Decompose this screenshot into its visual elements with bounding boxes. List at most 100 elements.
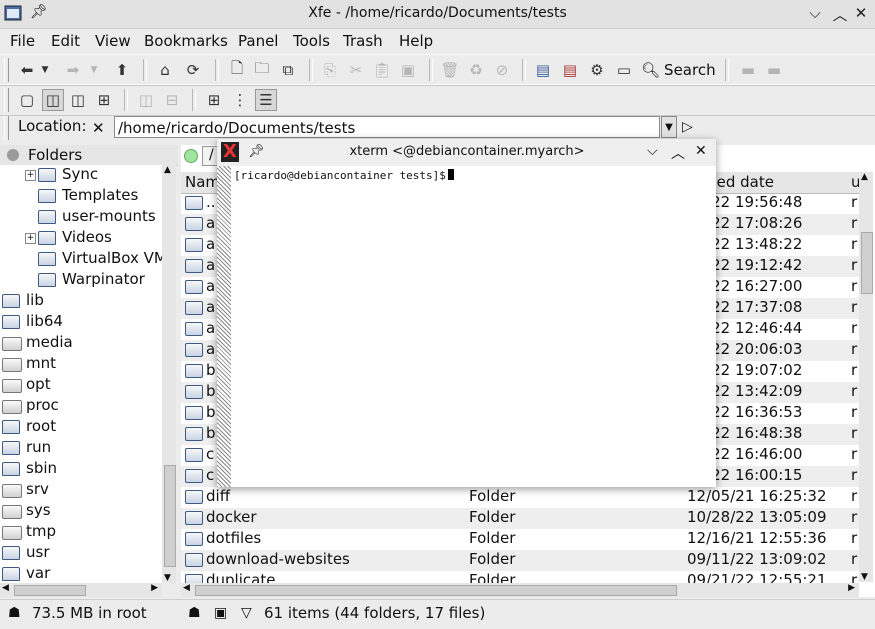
tree-item[interactable]: user-mounts — [0, 207, 162, 228]
location-input[interactable]: /home/ricardo/Documents/tests — [114, 116, 660, 138]
tree-item[interactable]: sys — [0, 501, 162, 522]
big-icons-icon[interactable]: ⊞ — [203, 89, 225, 111]
one-panel-icon[interactable]: ▢ — [16, 89, 38, 111]
menu-trash[interactable]: Trash — [343, 32, 383, 50]
up-icon[interactable]: ⬆ — [111, 59, 133, 81]
file-type: Folder — [469, 508, 516, 526]
filter-icon[interactable]: ▽ — [241, 605, 252, 621]
xterm-close-icon[interactable]: ✕ — [695, 143, 707, 159]
minimize-icon[interactable]: ⌵ — [805, 4, 825, 22]
menu-help[interactable]: Help — [399, 32, 433, 50]
tree-item[interactable]: Warpinator — [0, 270, 162, 291]
separator — [309, 59, 313, 81]
file-row[interactable]: dotfiles Folder 12/16/21 12:55:36 r — [181, 529, 859, 550]
tree-item[interactable]: lib64 — [0, 312, 162, 333]
file-horizontal-scrollbar[interactable]: ◀ ▶ — [181, 583, 859, 597]
tree-scroll-thumb[interactable] — [164, 465, 176, 567]
file-user: r — [851, 445, 858, 463]
tree-item[interactable]: opt — [0, 375, 162, 396]
file-scroll-thumb[interactable] — [861, 232, 873, 294]
back-icon[interactable]: ⬅ — [16, 59, 38, 81]
toolbar-grip[interactable] — [4, 58, 9, 82]
close-icon[interactable]: ✕ — [851, 4, 871, 22]
search-button[interactable]: 🔍︎ Search — [641, 59, 716, 81]
menu-view[interactable]: View — [95, 32, 131, 50]
panel-active-icon — [184, 149, 198, 163]
file-name: a — [206, 235, 216, 253]
settings-icon[interactable]: ⚙ — [586, 59, 608, 81]
file-row[interactable]: diff Folder 12/05/21 16:25:32 r — [181, 487, 859, 508]
tree-item[interactable]: + Sync — [0, 165, 162, 186]
tree-item[interactable]: usr — [0, 543, 162, 564]
mount-icon[interactable]: ▤ — [532, 59, 554, 81]
file-user: r — [851, 214, 858, 232]
tree-two-panels-icon[interactable]: ⊞ — [93, 89, 115, 111]
file-hscroll-thumb[interactable] — [195, 585, 677, 596]
hidden-files-icon[interactable]: ▣ — [214, 605, 227, 621]
location-dropdown-icon[interactable]: ▼ — [661, 116, 677, 138]
file-name: a — [206, 319, 216, 337]
tree-horizontal-scrollbar[interactable]: ◀ ▶ — [0, 583, 162, 597]
separator — [124, 89, 128, 111]
home-icon[interactable]: ⌂ — [154, 59, 176, 81]
file-type: Folder — [469, 529, 516, 547]
view-toolbar: ▢ ◫ ◫ ⊞ ◫ ⊟ ⊞ ⋮ ☰ — [0, 84, 875, 116]
toolbar-grip[interactable] — [4, 116, 9, 140]
file-type: Folder — [469, 487, 516, 505]
new-folder-icon[interactable]: 🗀︎ — [251, 59, 273, 81]
small-icons-icon[interactable]: ⋮ — [229, 89, 251, 111]
tree-item[interactable]: mnt — [0, 354, 162, 375]
unmount-icon[interactable]: ▤ — [559, 59, 581, 81]
tree-item[interactable]: tmp — [0, 522, 162, 543]
tree-item[interactable]: root — [0, 417, 162, 438]
xterm-maximize-icon[interactable]: ︿ — [671, 143, 685, 163]
tree-expander-icon[interactable]: + — [25, 233, 36, 244]
file-vertical-scrollbar[interactable]: ▲ ▼ — [859, 172, 873, 582]
go-icon[interactable]: ▷ — [682, 119, 693, 135]
folder-tree[interactable]: + Sync Templates user-mounts + Videos VirtualB… — [0, 165, 162, 583]
file-row[interactable]: docker Folder 10/28/22 13:05:09 r — [181, 508, 859, 529]
back-history-icon[interactable]: ▼ — [39, 59, 51, 81]
two-panels-icon[interactable]: ◫ — [67, 89, 89, 111]
drive-icon — [2, 484, 22, 498]
tree-item[interactable]: srv — [0, 480, 162, 501]
maximize-icon[interactable]: ︿ — [830, 4, 850, 25]
file-modified-date: 12/05/21 16:25:32 — [687, 487, 827, 505]
tree-panel-icon[interactable]: ◫ — [42, 89, 64, 111]
tree-item[interactable]: media — [0, 333, 162, 354]
clear-location-icon[interactable]: ✕ — [92, 119, 105, 137]
menu-file[interactable]: File — [10, 32, 35, 50]
tree-item[interactable]: proc — [0, 396, 162, 417]
file-user: r — [851, 424, 858, 442]
toolbar-grip[interactable] — [4, 88, 9, 112]
file-row[interactable]: download-websites Folder 09/11/22 13:09:02… — [181, 550, 859, 571]
menu-tools[interactable]: Tools — [293, 32, 330, 50]
xterm-window[interactable]: X 📌︎ xterm <@debiancontainer.myarch> ⌵ ︿… — [217, 139, 716, 487]
tree-item[interactable]: Templates — [0, 186, 162, 207]
tree-item[interactable]: VirtualBox VMs — [0, 249, 162, 270]
refresh-icon[interactable]: ⟳ — [182, 59, 204, 81]
tree-item[interactable]: + Videos — [0, 228, 162, 249]
separator — [143, 59, 147, 81]
menu-bookmarks[interactable]: Bookmarks — [144, 32, 228, 50]
tree-vertical-scrollbar[interactable]: ▲ ▼ — [162, 165, 176, 583]
tree-hscroll-thumb[interactable] — [14, 585, 86, 596]
terminal-icon[interactable]: ▭ — [613, 59, 635, 81]
tree-item[interactable]: var — [0, 564, 162, 583]
tree-item[interactable]: sbin — [0, 459, 162, 480]
detailed-list-icon[interactable]: ☰ — [255, 89, 277, 111]
menu-panel[interactable]: Panel — [238, 32, 278, 50]
tree-expander-icon[interactable]: + — [25, 170, 36, 181]
new-window-icon[interactable]: ⧉ — [277, 59, 299, 81]
xterm-terminal[interactable] — [217, 166, 716, 487]
tree-item[interactable]: lib — [0, 291, 162, 312]
new-file-icon[interactable]: 🗋︎ — [226, 59, 248, 81]
column-name[interactable]: Nam — [185, 173, 220, 191]
parent-folder-icon — [185, 196, 203, 210]
folder-icon — [2, 567, 20, 581]
menu-edit[interactable]: Edit — [51, 32, 80, 50]
xterm-minimize-icon[interactable]: ⌵ — [647, 143, 658, 159]
xterm-scrollbar[interactable] — [217, 166, 231, 487]
main-toolbar: ⬅ ▼ ➡ ▼ ⬆ ⌂ ⟳ 🗋︎ 🗀︎ ⧉ ⎘ ✂ 📋︎ ▣ 🗑︎ ♻ ⊘ ▤ … — [0, 54, 875, 86]
tree-item[interactable]: run — [0, 438, 162, 459]
